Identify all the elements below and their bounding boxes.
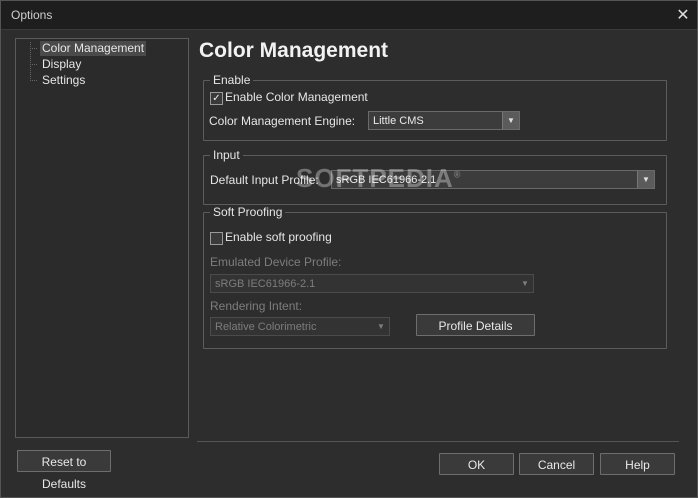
tree-connector bbox=[30, 48, 38, 49]
input-group-legend: Input bbox=[210, 148, 243, 162]
enable-soft-proofing-checkbox[interactable] bbox=[210, 232, 223, 245]
help-button[interactable]: Help bbox=[600, 453, 675, 475]
rendering-intent-select[interactable]: Relative Colorimetric ▼ bbox=[210, 317, 390, 336]
tree-connector bbox=[30, 80, 38, 81]
category-tree: Color Management Display Settings bbox=[15, 38, 189, 438]
profile-details-button[interactable]: Profile Details bbox=[416, 314, 535, 336]
rendering-intent-value: Relative Colorimetric bbox=[215, 321, 317, 333]
cancel-button[interactable]: Cancel bbox=[519, 453, 594, 475]
emulated-device-profile-value: sRGB IEC61966-2.1 bbox=[215, 278, 316, 290]
softpedia-watermark: SOFTPEDIA® bbox=[296, 163, 462, 193]
enable-group: Enable ✓ Enable Color Management Color M… bbox=[203, 73, 667, 141]
tree-item-settings[interactable]: Settings bbox=[40, 73, 87, 88]
engine-select[interactable]: Little CMS ▼ bbox=[368, 111, 520, 130]
chevron-down-icon: ▼ bbox=[637, 171, 654, 188]
title-bar: Options ✕ bbox=[1, 1, 697, 30]
emulated-device-profile-select[interactable]: sRGB IEC61966-2.1 ▼ bbox=[210, 274, 534, 293]
engine-select-value: Little CMS bbox=[373, 115, 424, 127]
chevron-down-icon: ▼ bbox=[502, 112, 519, 129]
page-title: Color Management bbox=[199, 39, 389, 62]
close-icon[interactable]: ✕ bbox=[673, 5, 693, 25]
enable-color-management-label: Enable Color Management bbox=[225, 90, 368, 104]
rendering-intent-label: Rendering Intent: bbox=[210, 299, 303, 313]
window-title: Options bbox=[11, 8, 53, 22]
engine-label: Color Management Engine: bbox=[209, 114, 356, 128]
enable-group-legend: Enable bbox=[210, 73, 254, 87]
enable-soft-proofing-label: Enable soft proofing bbox=[225, 230, 332, 244]
reset-to-defaults-button[interactable]: Reset to Defaults bbox=[17, 450, 111, 491]
soft-proofing-legend: Soft Proofing bbox=[210, 205, 286, 219]
tree-item-display[interactable]: Display bbox=[40, 57, 83, 72]
tree-connector bbox=[30, 64, 38, 65]
enable-color-management-checkbox[interactable]: ✓ bbox=[210, 92, 223, 105]
options-window: Options ✕ Color Management Display Setti… bbox=[0, 0, 698, 498]
emulated-device-profile-label: Emulated Device Profile: bbox=[210, 255, 342, 269]
ok-button[interactable]: OK bbox=[439, 453, 514, 475]
footer-separator bbox=[197, 441, 679, 442]
soft-proofing-group: Soft Proofing Enable soft proofing Emula… bbox=[203, 205, 667, 349]
chevron-down-icon: ▼ bbox=[517, 275, 533, 292]
tree-item-color-management[interactable]: Color Management bbox=[40, 41, 147, 56]
chevron-down-icon: ▼ bbox=[373, 318, 389, 335]
